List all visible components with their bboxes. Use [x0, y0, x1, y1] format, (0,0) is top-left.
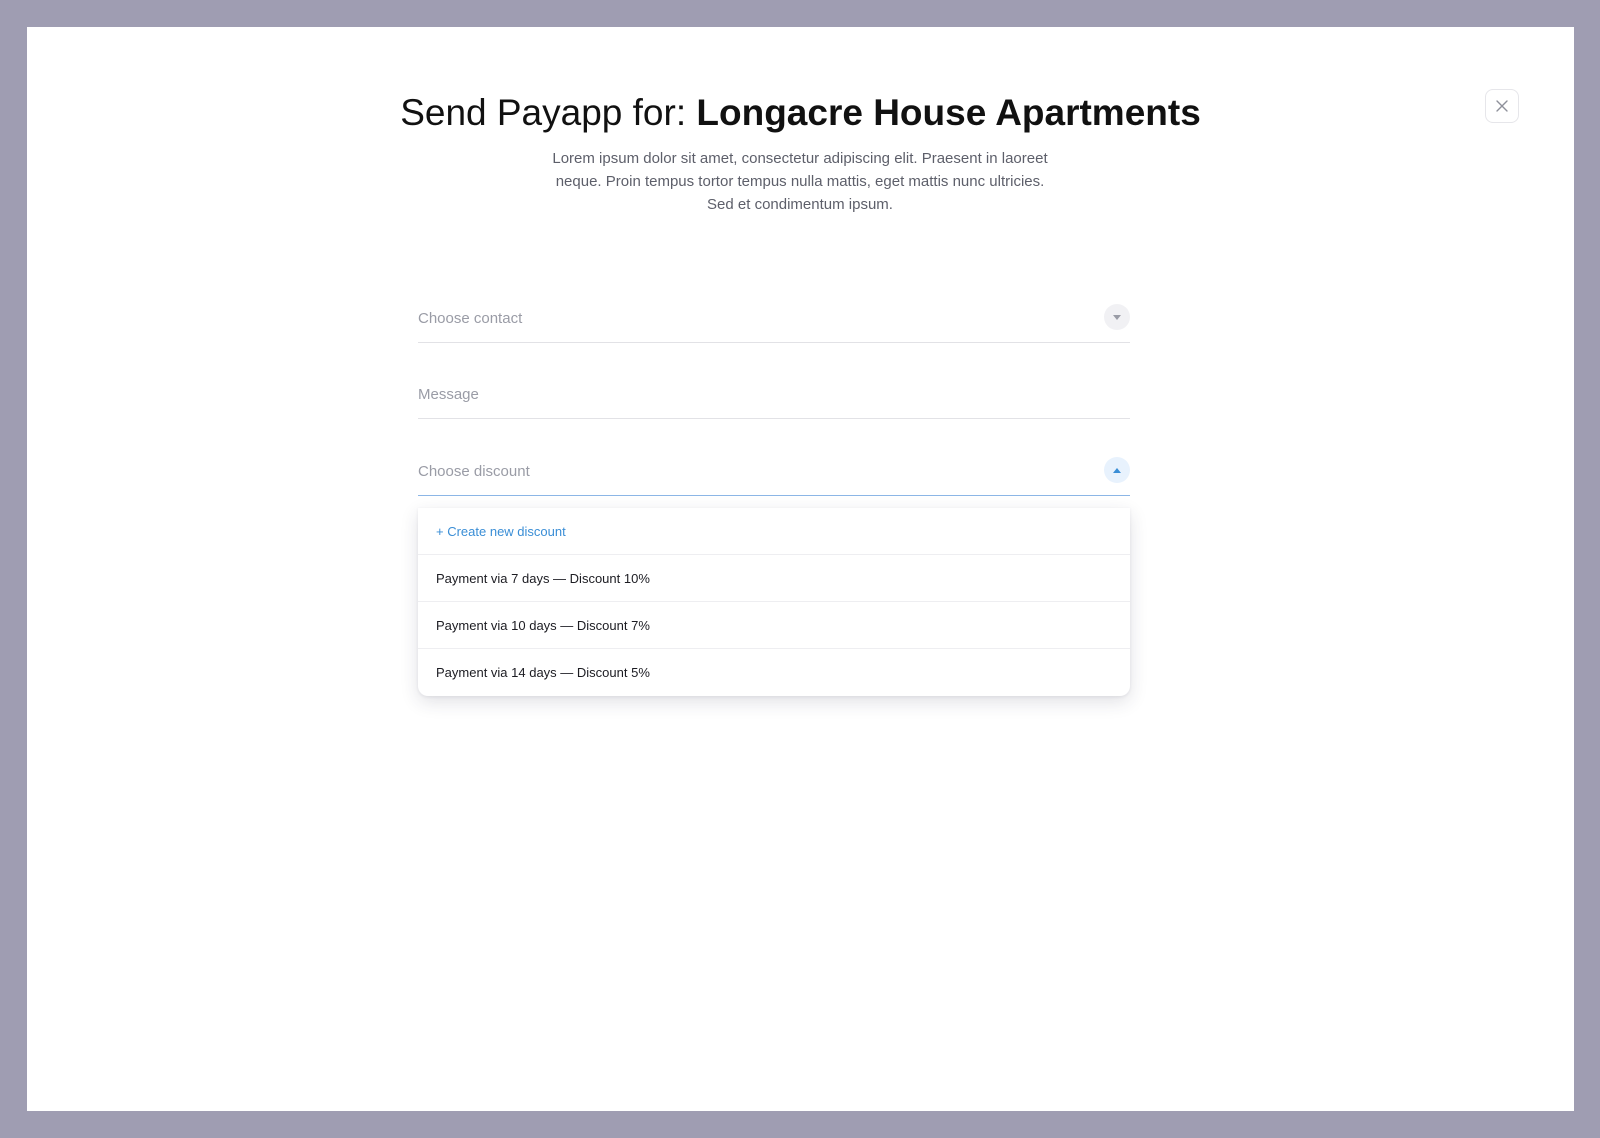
- chevron-up-icon: [1113, 467, 1121, 473]
- contact-select-placeholder: Choose contact: [418, 310, 523, 327]
- discount-option[interactable]: Payment via 14 days — Discount 5%: [418, 649, 1130, 696]
- title-prefix: Send Payapp for:: [400, 92, 687, 133]
- discount-option[interactable]: Payment via 7 days — Discount 10%: [418, 555, 1130, 602]
- modal-description: Lorem ipsum dolor sit amet, consectetur …: [552, 150, 1048, 213]
- discount-option[interactable]: Payment via 10 days — Discount 7%: [418, 602, 1130, 649]
- discount-dropdown-menu: + Create new discount Payment via 7 days…: [418, 508, 1130, 696]
- message-input-placeholder: Message: [418, 386, 479, 403]
- page-title: Send Payapp for: Longacre House Apartmen…: [27, 89, 1574, 137]
- contact-select[interactable]: Choose contact: [418, 291, 1130, 343]
- discount-select-placeholder: Choose discount: [418, 463, 530, 480]
- discount-select[interactable]: Choose discount: [418, 444, 1130, 496]
- create-new-discount-option[interactable]: + Create new discount: [418, 508, 1130, 555]
- message-input[interactable]: Message: [418, 367, 1130, 419]
- contact-select-toggle[interactable]: [1104, 304, 1130, 330]
- title-property-name: Longacre House Apartments: [696, 92, 1201, 133]
- discount-select-toggle[interactable]: [1104, 457, 1130, 483]
- chevron-down-icon: [1113, 314, 1121, 320]
